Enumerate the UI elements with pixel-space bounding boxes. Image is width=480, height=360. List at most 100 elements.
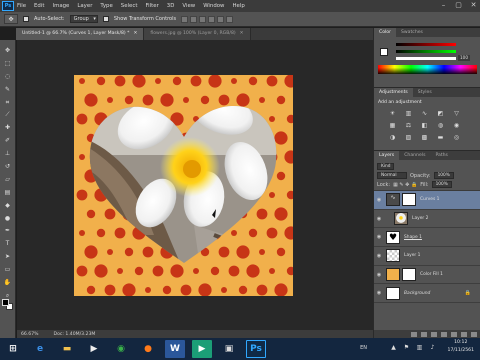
tab-channels[interactable]: Channels [399,151,430,160]
align-right-icon[interactable] [226,15,234,23]
layer-shape-1[interactable]: ◉ ♥ Shape 1 [374,228,480,248]
menu-view[interactable]: View [182,3,195,9]
video-app-icon[interactable]: ▣ [219,340,239,358]
vibrance-icon[interactable]: ▽ [452,110,461,118]
menu-3d[interactable]: 3D [167,3,175,9]
auto-select-dropdown[interactable]: Group [69,15,98,23]
layer-curves-1[interactable]: ◉ ∿ Curves 1 [374,191,480,210]
layer-name[interactable]: Layer 1 [404,253,420,258]
invert-icon[interactable]: ◑ [388,134,397,142]
blend-mode-select[interactable]: Normal [377,172,407,179]
menu-type[interactable]: Type [100,3,112,9]
shape-tool-icon[interactable]: ▭ [2,264,14,275]
color-spectrum[interactable] [378,65,477,74]
menu-filter[interactable]: Filter [145,3,158,9]
new-layer-icon[interactable] [461,331,467,337]
tab-untitled-1[interactable]: Untitled-1 @ 66.7% (Curves 1, Layer Mask… [16,28,145,40]
quick-select-tool-icon[interactable]: ✎ [2,84,14,95]
delete-layer-icon[interactable] [471,331,477,337]
visibility-eye-icon[interactable]: ◉ [374,253,384,259]
visibility-eye-icon[interactable]: ◉ [374,290,384,296]
layer-layer-1[interactable]: ◉ Layer 1 [374,247,480,266]
tab-layers[interactable]: Layers [374,151,400,160]
layer-mask-thumbnail[interactable] [402,268,416,282]
layer-style-icon[interactable] [421,331,427,337]
brush-tool-icon[interactable]: ✐ [2,135,14,146]
marquee-tool-icon[interactable]: ⬚ [2,58,14,69]
arrow-up-icon[interactable]: ▲ [390,344,397,351]
visibility-eye-icon[interactable]: ◉ [374,234,384,240]
history-brush-tool-icon[interactable]: ↺ [2,161,14,172]
start-button-icon[interactable]: ⊞ [3,340,23,358]
healing-tool-icon[interactable]: ✚ [2,122,14,133]
red-slider[interactable] [396,43,456,46]
menu-window[interactable]: Window [203,3,224,9]
brightness-icon[interactable]: ☀ [388,110,397,118]
posterize-icon[interactable]: ▨ [404,134,413,142]
maximize-button[interactable]: ▢ [454,1,463,10]
crop-tool-icon[interactable]: ⌗ [2,97,14,108]
color-panel-foreground-swatch[interactable] [380,48,388,56]
word-icon[interactable]: W [165,340,185,358]
opacity-input[interactable]: 100% [433,172,454,179]
auto-select-checkbox[interactable] [23,16,29,22]
layer-name[interactable]: Background [404,291,430,296]
close-tab-icon[interactable]: ✕ [240,31,244,36]
align-top-icon[interactable] [181,15,189,23]
hand-tool-icon[interactable]: ✋ [2,277,14,288]
close-tab-icon[interactable]: ✕ [133,31,137,36]
photo-filter-icon[interactable]: ◍ [436,122,445,130]
tab-adjustments[interactable]: Adjustments [374,88,413,97]
move-tool-preset-icon[interactable]: ✥ [4,14,18,24]
lasso-tool-icon[interactable]: ◌ [2,71,14,82]
layer-name[interactable]: Color Fill 1 [420,272,443,277]
tab-flowers[interactable]: flowers.jpg @ 100% (Layer 0, RGB/8) ✕ [144,28,251,40]
zoom-level[interactable]: 66.67% [21,332,39,337]
color-fill-thumbnail[interactable] [386,268,400,282]
stamp-tool-icon[interactable]: ⊥ [2,148,14,159]
color-balance-icon[interactable]: ⚖ [404,122,413,130]
menu-select[interactable]: Select [121,3,138,9]
type-tool-icon[interactable]: T [2,238,14,249]
align-middle-icon[interactable] [190,15,198,23]
new-group-icon[interactable] [451,331,457,337]
align-left-icon[interactable] [208,15,216,23]
blur-tool-icon[interactable]: ◆ [2,200,14,211]
internet-explorer-icon[interactable]: e [30,340,50,358]
volume-icon[interactable]: ♪ [429,344,436,351]
layer-layer-2[interactable]: ◉ Layer 2 [374,210,480,229]
tab-swatches[interactable]: Swatches [396,28,428,37]
media-player-icon[interactable]: ▶ [84,340,104,358]
levels-icon[interactable]: ▥ [404,110,413,118]
layer-name[interactable]: Curves 1 [420,197,439,202]
document-canvas[interactable] [74,75,293,296]
network-icon[interactable]: ▥ [416,344,423,351]
camtasia-icon[interactable]: ▶ [192,340,212,358]
tab-styles[interactable]: Styles [413,88,437,97]
flag-icon[interactable]: ⚑ [403,344,410,351]
menu-edit[interactable]: Edit [34,3,44,9]
show-transform-checkbox[interactable] [102,16,109,22]
fill-input[interactable]: 100% [431,181,452,188]
foreground-color-swatch[interactable] [2,299,9,306]
file-explorer-icon[interactable]: ▬ [57,340,77,358]
dodge-tool-icon[interactable]: ● [2,213,14,224]
add-mask-icon[interactable] [431,331,437,337]
filter-kind-select[interactable]: Kind [377,163,395,170]
align-bottom-icon[interactable] [199,15,207,23]
clock[interactable]: 10:12 17/11/2561 [448,339,474,355]
language-indicator[interactable]: EN [360,345,367,351]
menu-image[interactable]: Image [52,3,69,9]
menu-file[interactable]: File [17,3,26,9]
tab-paths[interactable]: Paths [430,151,453,160]
path-select-tool-icon[interactable]: ➤ [2,251,14,262]
photoshop-taskbar-icon[interactable]: Ps [246,340,266,358]
move-tool-icon[interactable]: ✥ [2,45,14,56]
minimize-button[interactable]: – [439,1,448,10]
channel-mixer-icon[interactable]: ◉ [452,122,461,130]
link-layers-icon[interactable] [411,331,417,337]
gradient-map-icon[interactable]: ▬ [436,134,445,142]
green-slider[interactable] [396,50,456,53]
menu-help[interactable]: Help [232,3,244,9]
menu-layer[interactable]: Layer [77,3,92,9]
